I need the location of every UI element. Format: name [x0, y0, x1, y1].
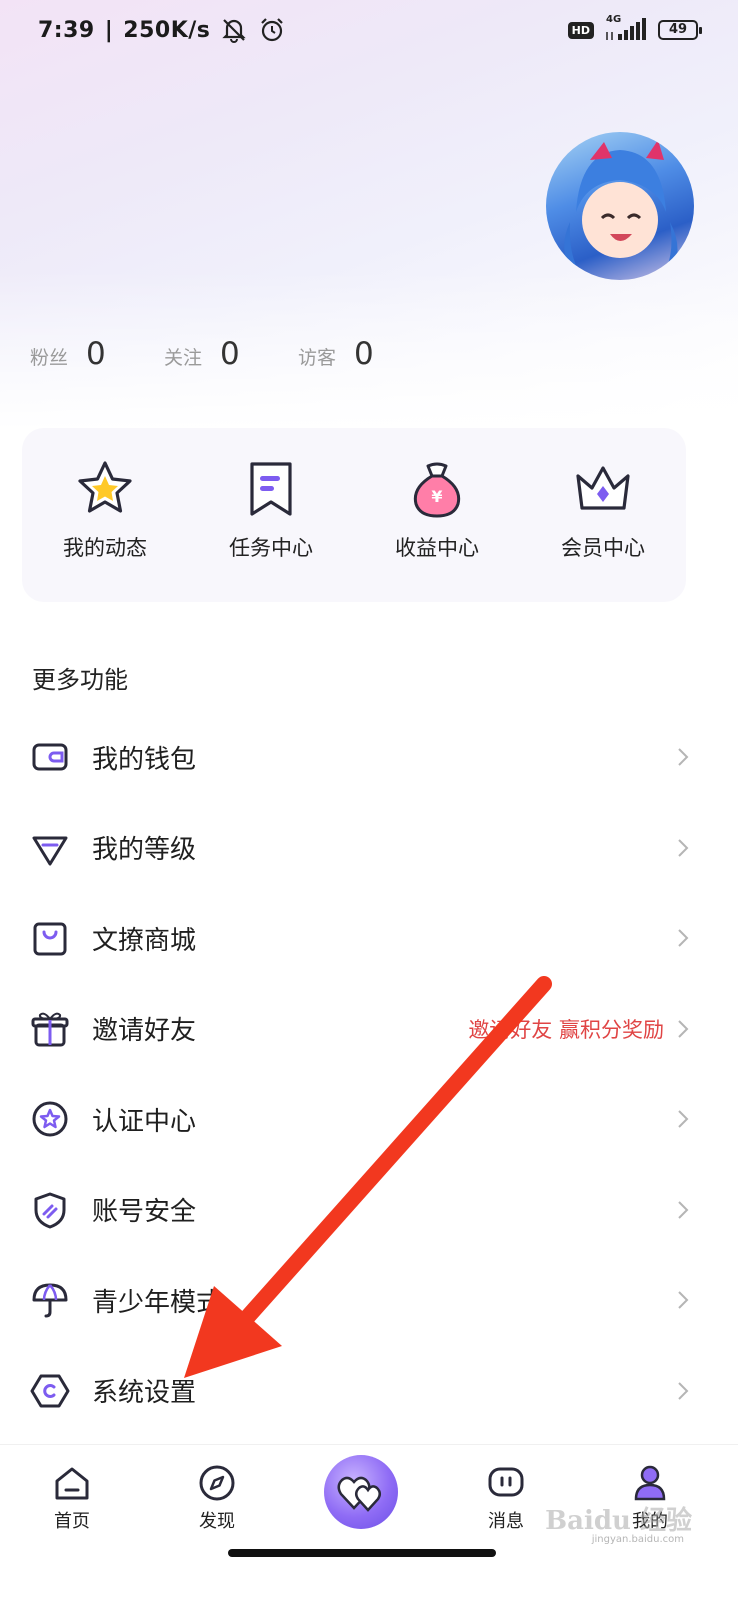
menu-item-label: 文撩商城: [92, 925, 197, 956]
quick-action-my-posts[interactable]: 我的动态: [22, 428, 188, 602]
stat-value: 0: [86, 336, 106, 372]
status-separator: |: [104, 17, 114, 43]
menu-item-label: 系统设置: [92, 1378, 197, 1409]
watermark-url: jingyan.baidu.com: [591, 1534, 684, 1545]
tab-home[interactable]: 首页: [22, 1463, 122, 1533]
message-icon: [488, 1467, 524, 1497]
invite-promo-text: 邀请好友 赢积分奖励: [468, 1017, 664, 1042]
menu-item-wallet[interactable]: 我的钱包: [0, 712, 738, 803]
chevron-right-icon: [678, 929, 689, 947]
menu-item-mall[interactable]: 文撩商城: [0, 893, 738, 984]
menu-item-label: 账号安全: [92, 1197, 197, 1228]
certified-star-icon: [32, 1101, 68, 1137]
stat-label: 访客: [298, 347, 337, 369]
quick-action-label: 任务中心: [229, 536, 313, 560]
status-right: HD 4G 49: [567, 14, 702, 42]
chevron-right-icon: [678, 748, 689, 766]
menu-item-label: 青少年模式: [92, 1287, 223, 1318]
home-indicator: [228, 1549, 496, 1557]
tab-label: 发现: [199, 1511, 235, 1532]
status-left: 7:39 | 250K/s: [38, 16, 286, 44]
profile-stats: 粉丝 0 关注 0 访客 0: [30, 336, 432, 372]
tab-discover[interactable]: 发现: [167, 1463, 267, 1533]
profile-icon: [634, 1465, 666, 1501]
shopping-bag-icon: [33, 922, 67, 956]
menu-item-label: 我的钱包: [92, 744, 197, 775]
hd-badge: HD: [567, 21, 594, 39]
chevron-right-icon: [678, 839, 689, 857]
shield-icon: [34, 1192, 66, 1229]
avatar-illustration: [564, 140, 678, 280]
hearts-icon: [337, 1476, 381, 1512]
menu-item-invite[interactable]: 邀请好友 邀请好友 赢积分奖励: [0, 984, 738, 1075]
watermark: Baidu 经验: [545, 1506, 692, 1536]
stat-label: 关注: [164, 347, 203, 369]
quick-action-vip[interactable]: 会员中心: [520, 428, 686, 602]
compass-icon: [199, 1465, 235, 1501]
stat-visitors[interactable]: 访客 0: [298, 336, 432, 372]
quick-actions-card: 我的动态 任务中心 ¥ 收益中心 会员中心: [22, 428, 686, 602]
chevron-right-icon: [678, 1201, 689, 1219]
menu-item-account-security[interactable]: 账号安全: [0, 1165, 738, 1256]
more-features-list: 我的钱包 我的等级 文撩商城 邀请好友 邀请好友 赢积分奖励 认证中心 账号安全…: [0, 712, 738, 1436]
quick-action-label: 收益中心: [395, 536, 479, 560]
stat-fans[interactable]: 粉丝 0: [30, 336, 164, 372]
settings-hexagon-icon: [30, 1374, 70, 1408]
menu-item-label: 我的等级: [92, 835, 197, 866]
stat-label: 粉丝: [30, 347, 69, 369]
quick-action-task-center[interactable]: 任务中心: [188, 428, 354, 602]
alarm-icon: [261, 18, 284, 42]
menu-item-label: 认证中心: [92, 1106, 197, 1137]
more-features-title: 更多功能: [32, 666, 128, 694]
tab-label: 首页: [54, 1511, 90, 1532]
home-icon: [55, 1467, 89, 1500]
menu-item-level[interactable]: 我的等级: [0, 803, 738, 894]
wallet-icon: [32, 743, 68, 771]
status-bar: 7:39 | 250K/s HD 4G 49: [0, 0, 738, 64]
money-bag-icon: ¥: [413, 462, 461, 518]
tab-label: 消息: [488, 1511, 524, 1532]
chevron-right-icon: [678, 1291, 689, 1309]
battery-indicator: 49: [658, 20, 702, 40]
chevron-right-icon: [678, 1020, 689, 1038]
signal-icon: 4G: [604, 14, 648, 42]
chevron-right-icon: [678, 1110, 689, 1128]
diamond-icon: [32, 836, 68, 866]
menu-item-system-settings[interactable]: 系统设置: [0, 1346, 738, 1437]
quick-action-label: 我的动态: [63, 536, 147, 560]
menu-item-label: 邀请好友: [92, 1016, 197, 1047]
stat-value: 0: [354, 336, 374, 372]
stat-following[interactable]: 关注 0: [164, 336, 298, 372]
chevron-right-icon: [678, 1382, 689, 1400]
gift-icon: [31, 1012, 69, 1047]
umbrella-icon: [32, 1283, 68, 1318]
menu-item-certification[interactable]: 认证中心: [0, 1074, 738, 1165]
bookmark-icon: [250, 462, 292, 516]
menu-item-teen-mode[interactable]: 青少年模式: [0, 1255, 738, 1346]
tab-messages[interactable]: 消息: [456, 1463, 556, 1533]
network-speed: 250K/s: [123, 17, 211, 43]
status-time: 7:39: [38, 17, 95, 43]
quick-action-label: 会员中心: [561, 536, 645, 560]
tab-center-match[interactable]: [324, 1455, 398, 1529]
quick-action-earnings[interactable]: ¥ 收益中心: [354, 428, 520, 602]
svg-text:¥: ¥: [431, 487, 442, 506]
crown-icon: [576, 466, 630, 510]
mute-bell-icon: [222, 19, 247, 43]
stat-value: 0: [220, 336, 240, 372]
avatar[interactable]: [546, 132, 694, 280]
star-icon: [78, 461, 132, 513]
